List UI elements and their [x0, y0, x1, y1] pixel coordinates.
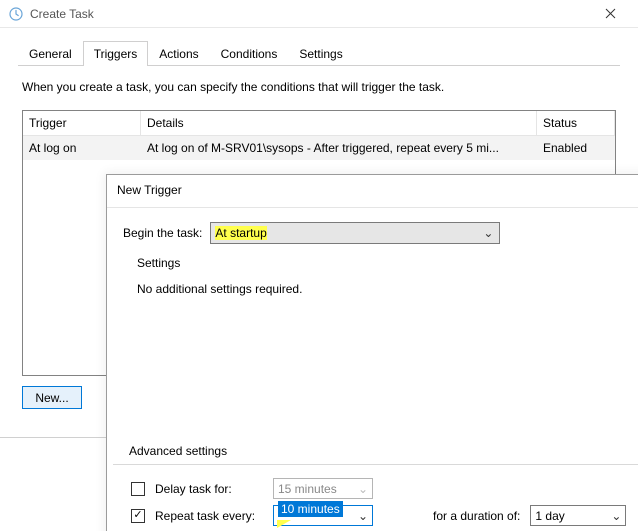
chevron-down-icon: ⌄ [352, 509, 368, 523]
duration-value: 1 day [535, 509, 564, 523]
tab-general[interactable]: General [18, 41, 83, 66]
repeat-value: 10 minutes [278, 501, 352, 531]
delay-checkbox[interactable] [131, 482, 145, 496]
advanced-label: Advanced settings [113, 444, 638, 465]
window-title: Create Task [30, 7, 94, 21]
table-row[interactable]: At log on At log on of M-SRV01\sysops - … [23, 136, 615, 160]
repeat-label: Repeat task every: [155, 509, 263, 523]
begin-label: Begin the task: [123, 226, 202, 240]
tab-strip: General Triggers Actions Conditions Sett… [18, 40, 620, 66]
close-button[interactable] [590, 0, 630, 28]
new-button[interactable]: New... [22, 386, 82, 409]
dialog-title: New Trigger [107, 175, 638, 208]
repeat-row: Repeat task every: 10 minutes ⌄ for a du… [107, 502, 638, 529]
col-details[interactable]: Details [141, 111, 537, 136]
tab-conditions[interactable]: Conditions [210, 41, 289, 66]
close-icon [605, 8, 616, 19]
cell-details: At log on of M-SRV01\sysops - After trig… [141, 136, 537, 160]
tab-settings[interactable]: Settings [288, 41, 353, 66]
tab-triggers[interactable]: Triggers [83, 41, 149, 66]
delay-label: Delay task for: [155, 482, 263, 496]
advanced-settings: Advanced settings Delay task for: 15 min… [107, 444, 638, 531]
clock-icon [8, 6, 24, 22]
chevron-down-icon: ⌄ [605, 509, 621, 523]
settings-message: No additional settings required. [107, 274, 638, 296]
repeat-checkbox[interactable] [131, 509, 145, 523]
col-status[interactable]: Status [537, 111, 615, 136]
triggers-description: When you create a task, you can specify … [22, 80, 616, 94]
begin-row: Begin the task: At startup ⌄ [107, 222, 638, 244]
create-task-window: Create Task General Triggers Actions Con… [0, 0, 638, 531]
tab-actions[interactable]: Actions [148, 41, 209, 66]
begin-task-value: At startup [215, 226, 481, 240]
chevron-down-icon: ⌄ [481, 226, 495, 240]
new-trigger-dialog: New Trigger Begin the task: At startup ⌄… [106, 174, 638, 531]
repeat-value-select[interactable]: 10 minutes ⌄ [273, 505, 373, 526]
duration-label: for a duration of: [433, 509, 520, 523]
delay-value-select: 15 minutes ⌄ [273, 478, 373, 499]
settings-group-label: Settings [107, 244, 638, 274]
cell-trigger: At log on [23, 136, 141, 160]
begin-task-select[interactable]: At startup ⌄ [210, 222, 500, 244]
delay-value: 15 minutes [278, 482, 337, 496]
duration-value-select[interactable]: 1 day ⌄ [530, 505, 626, 526]
cell-status: Enabled [537, 136, 615, 160]
col-trigger[interactable]: Trigger [23, 111, 141, 136]
table-header: Trigger Details Status [23, 111, 615, 136]
delay-row: Delay task for: 15 minutes ⌄ [107, 475, 638, 502]
titlebar: Create Task [0, 0, 638, 28]
chevron-down-icon: ⌄ [352, 482, 368, 496]
